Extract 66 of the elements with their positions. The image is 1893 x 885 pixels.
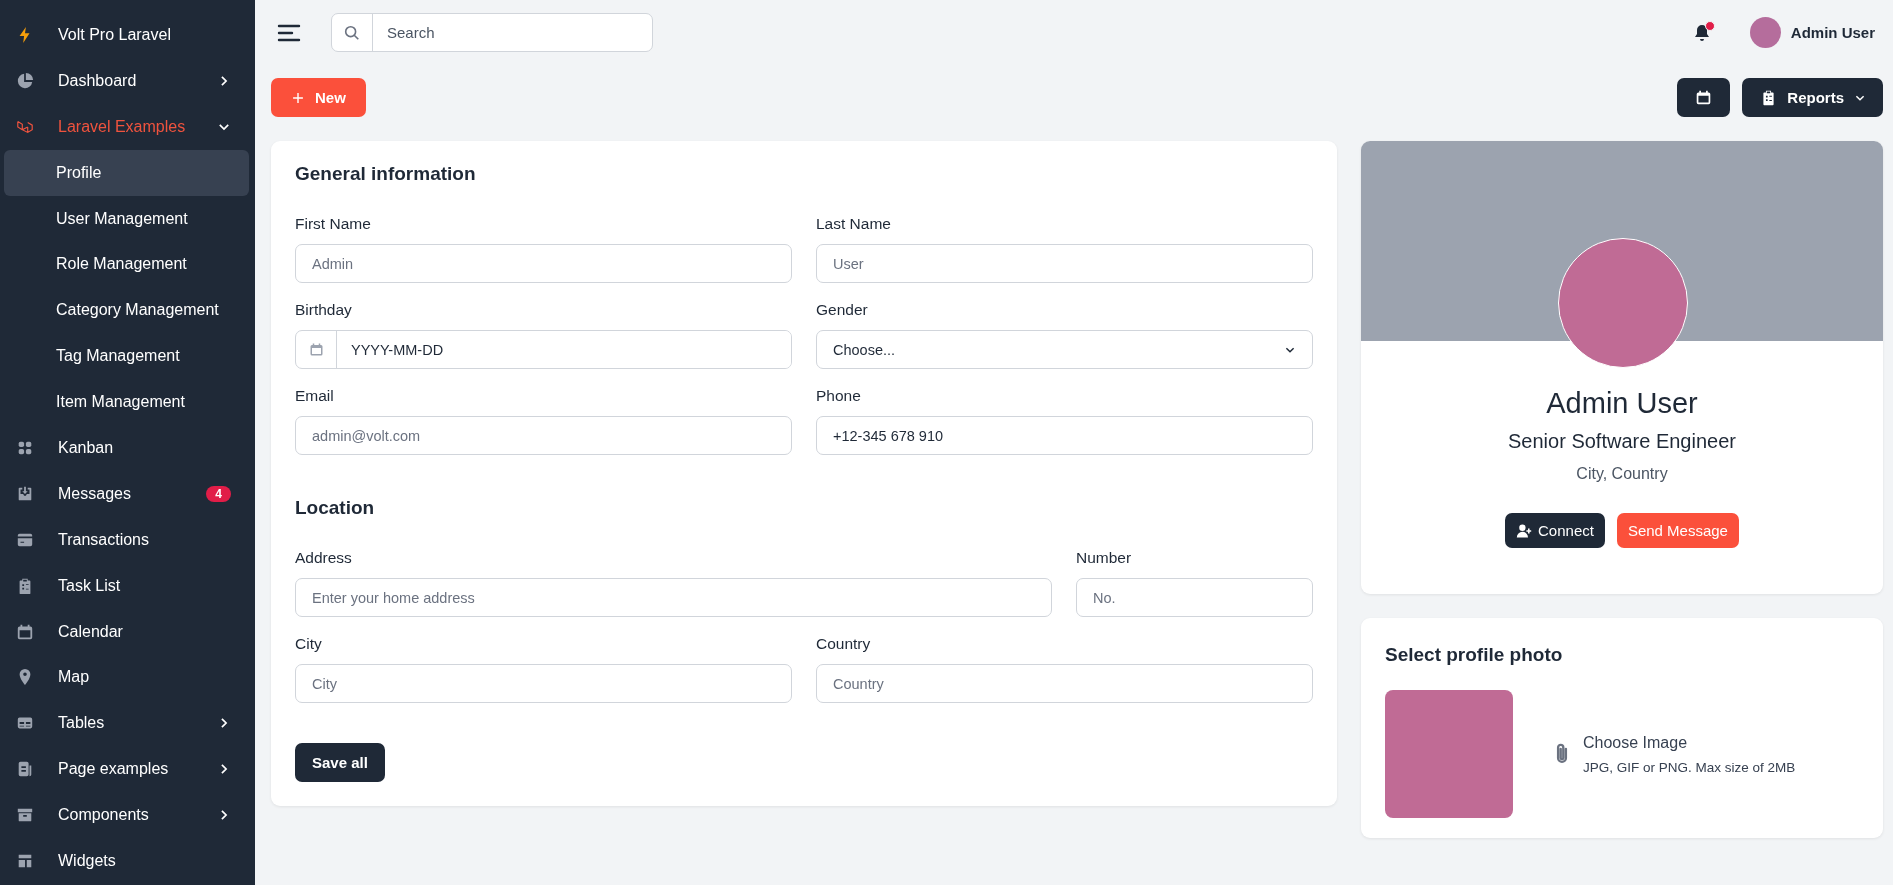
nav-item[interactable]: Transactions	[58, 530, 231, 549]
avatar[interactable]	[1749, 17, 1781, 48]
menu-icon[interactable]	[277, 22, 301, 43]
user-name[interactable]: Admin User	[1790, 24, 1875, 41]
select-field[interactable]: Choose...	[816, 330, 1313, 369]
field-label: Address	[295, 549, 353, 567]
nav-item[interactable]: Task List	[58, 576, 231, 595]
nav-item[interactable]: Components	[58, 806, 193, 825]
field-label: First Name	[295, 215, 372, 233]
input-field[interactable]: Admin	[295, 244, 792, 283]
connect-button[interactable]: Connect	[1505, 513, 1605, 548]
date-field[interactable]: YYYY-MM-DD	[295, 330, 792, 369]
search-icon	[343, 23, 361, 42]
nav-item[interactable]: Laravel Examples	[58, 117, 193, 136]
nav-item[interactable]: Tables	[58, 714, 193, 733]
choose-image-link[interactable]: Choose Image	[1583, 733, 1796, 752]
field-label: City	[295, 635, 323, 653]
input-field[interactable]: No.	[1076, 578, 1313, 617]
reports-button[interactable]: Reports	[1742, 78, 1883, 117]
document-icon	[16, 760, 34, 779]
calendar-icon	[308, 342, 324, 357]
search-field[interactable]: Search	[331, 13, 653, 52]
nav-item[interactable]: Map	[58, 668, 231, 687]
field-label: Email	[295, 387, 335, 405]
nav-subitem[interactable]: Category Management	[4, 287, 249, 334]
job-title: Senior Software Engineer	[1508, 430, 1736, 452]
field-label: Last Name	[816, 215, 892, 233]
field-label: Phone	[816, 387, 862, 405]
nav-subitem[interactable]: Item Management	[4, 379, 249, 425]
plus-icon	[291, 90, 305, 105]
card-title: Select profile photo	[1385, 644, 1563, 666]
calendar-button[interactable]	[1677, 78, 1731, 117]
field-label: Number	[1076, 549, 1133, 567]
section-title: General information	[295, 163, 476, 185]
inbox-icon	[16, 484, 34, 503]
nav-subitem[interactable]: Profile	[4, 149, 249, 196]
location-text: City, Country	[1576, 465, 1668, 483]
nav-item[interactable]: Dashboard	[58, 71, 193, 90]
nav-item[interactable]: Messages	[58, 484, 183, 503]
field-label: Country	[816, 635, 872, 653]
pie-chart-icon	[16, 71, 34, 90]
input-field[interactable]: City	[295, 664, 792, 703]
search-input[interactable]: Search	[373, 14, 652, 51]
input-field[interactable]: +12-345 678 910	[816, 416, 1313, 455]
save-button[interactable]: Save all	[295, 743, 385, 782]
profile-name: Admin User	[1546, 387, 1698, 420]
field-label: Gender	[816, 301, 869, 319]
field-label: Birthday	[295, 301, 353, 319]
nav-subitem[interactable]: Role Management	[4, 241, 249, 288]
calendar-icon	[1695, 89, 1713, 106]
count-badge: 4	[206, 485, 231, 502]
input-field[interactable]: admin@volt.com	[295, 416, 792, 455]
file-hint: JPG, GIF or PNG. Max size of 2MB	[1583, 759, 1796, 775]
input-field[interactable]: Enter your home address	[295, 578, 1052, 617]
nav-subitem[interactable]: Tag Management	[4, 333, 249, 380]
user-plus-icon	[1516, 522, 1532, 539]
nav-item[interactable]: Page examples	[58, 760, 193, 779]
calendar-icon	[16, 622, 34, 641]
nav-item[interactable]: Widgets	[58, 851, 231, 870]
section-title: Location	[295, 497, 375, 519]
input-field[interactable]: Country	[816, 664, 1313, 703]
nav-item[interactable]: Calendar	[58, 622, 231, 641]
nav-item[interactable]: Kanban	[58, 438, 231, 457]
brand-name[interactable]: Volt Pro Laravel	[58, 25, 171, 44]
input-field[interactable]: User	[816, 244, 1313, 283]
nav-subitem[interactable]: User Management	[4, 195, 249, 242]
